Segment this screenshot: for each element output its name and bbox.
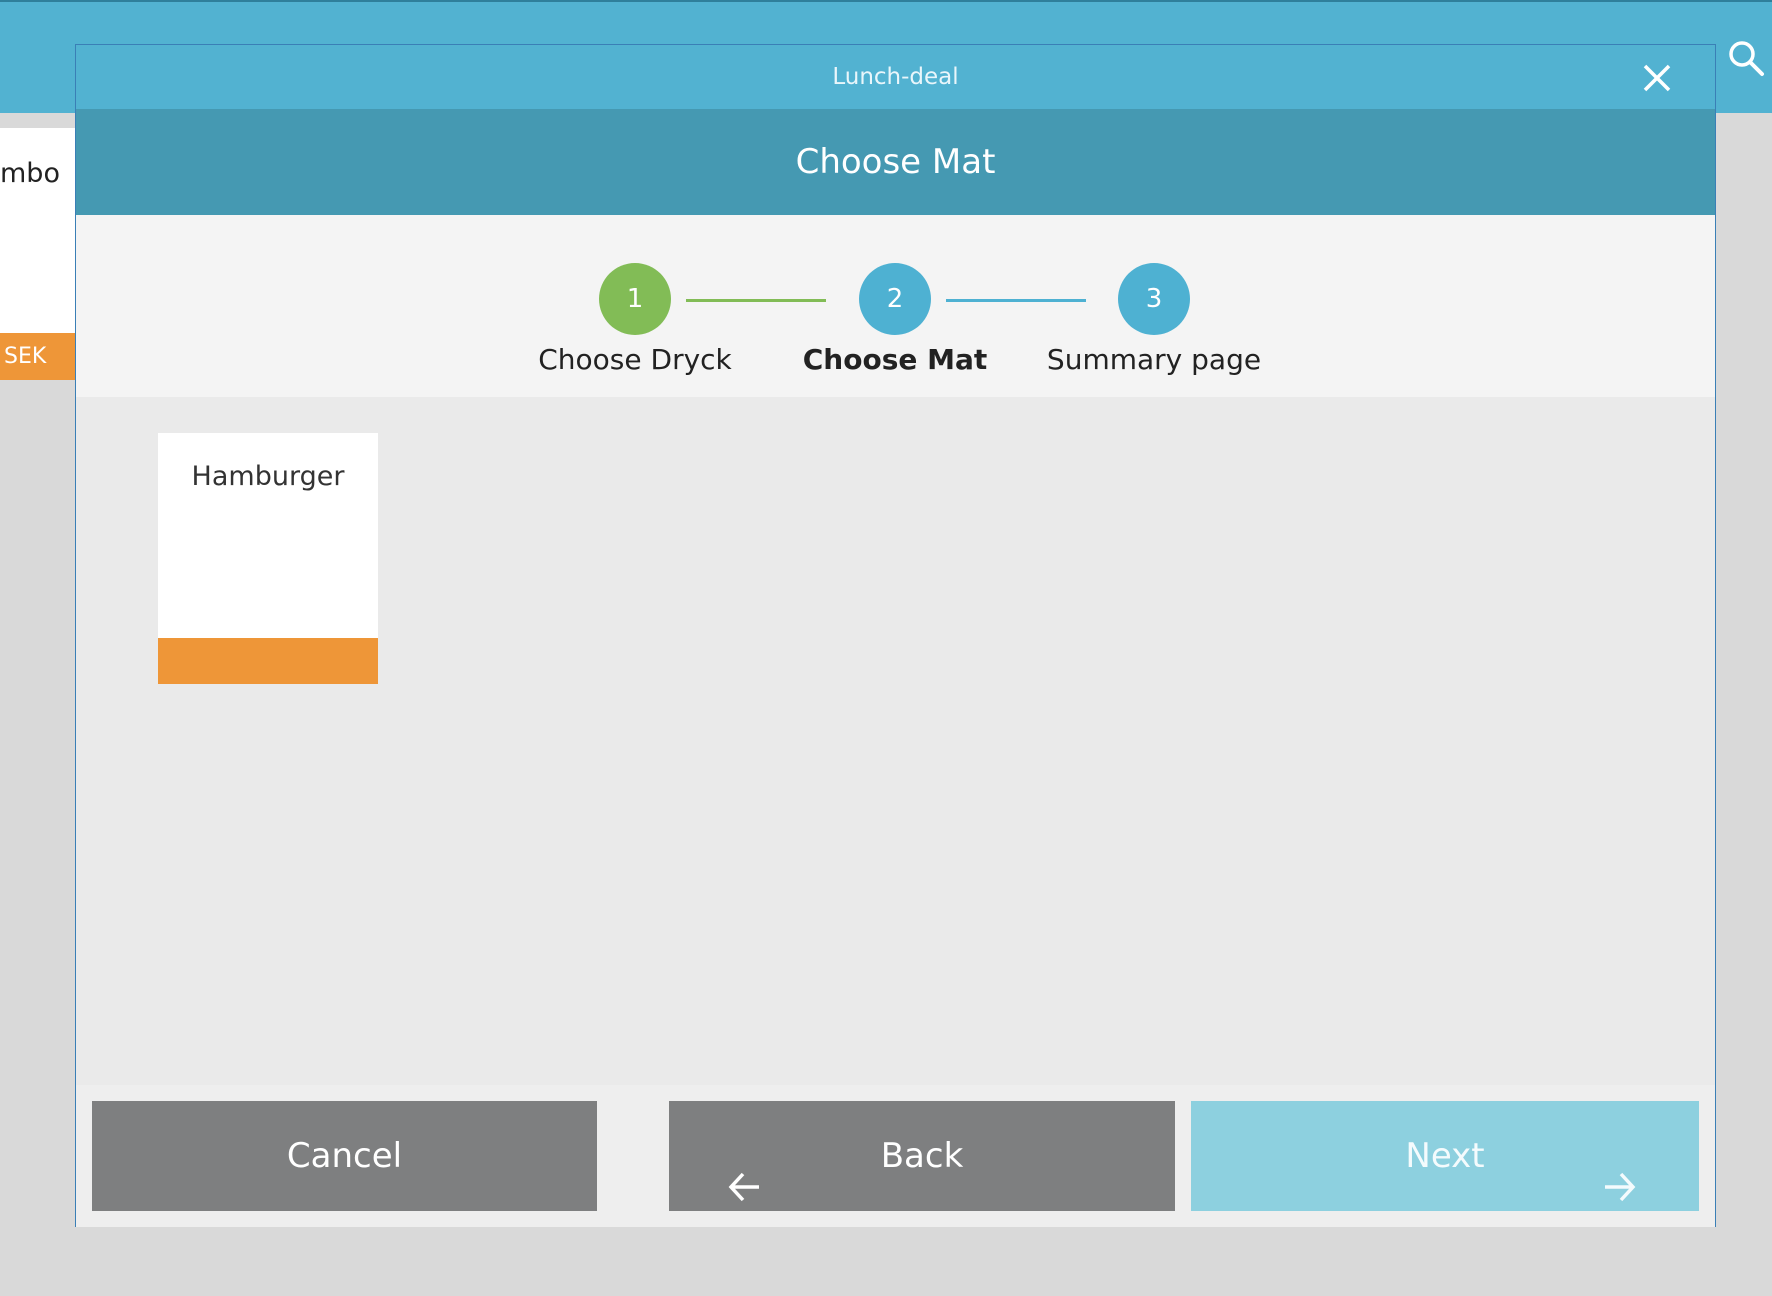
product-tile-hamburger[interactable]: Hamburger	[158, 433, 378, 684]
step-2-circle[interactable]: 2	[859, 263, 931, 335]
background-card-name: mbo	[0, 158, 60, 189]
lunch-deal-dialog: Lunch-deal Choose Mat 1 Choose Dryck 2 C…	[75, 44, 1716, 1227]
product-grid: Hamburger	[76, 397, 1715, 1085]
arrow-left-icon	[727, 1139, 763, 1202]
dialog-titlebar: Lunch-deal	[76, 45, 1715, 109]
step-3-label: Summary page	[1046, 343, 1262, 376]
dialog-title: Lunch-deal	[832, 64, 959, 90]
next-button[interactable]: Next	[1191, 1101, 1699, 1211]
cancel-button[interactable]: Cancel	[92, 1101, 597, 1211]
step-header: Choose Mat	[76, 109, 1715, 215]
background-card-price: SEK	[0, 333, 76, 380]
product-accent-bar	[158, 638, 378, 684]
back-button[interactable]: Back	[669, 1101, 1175, 1211]
close-icon[interactable]	[1636, 57, 1678, 99]
background-product-card[interactable]: mbo SEK	[0, 128, 76, 380]
arrow-right-icon	[1601, 1139, 1637, 1202]
stepper: 1 Choose Dryck 2 Choose Mat 3 Summary pa…	[76, 215, 1715, 397]
step-3-circle[interactable]: 3	[1118, 263, 1190, 335]
step-connector-2-3	[946, 299, 1086, 302]
dialog-footer: Cancel Back Next	[76, 1085, 1715, 1227]
step-1-label: Choose Dryck	[538, 343, 732, 376]
cancel-button-label: Cancel	[286, 1136, 403, 1176]
next-button-label: Next	[1405, 1136, 1485, 1176]
step-header-title: Choose Mat	[795, 142, 996, 182]
product-name: Hamburger	[191, 461, 345, 492]
step-2-label: Choose Mat	[802, 343, 988, 376]
back-button-label: Back	[880, 1136, 964, 1176]
step-connector-1-2	[686, 299, 826, 302]
search-icon[interactable]	[1726, 38, 1766, 78]
step-1-circle[interactable]: 1	[599, 263, 671, 335]
